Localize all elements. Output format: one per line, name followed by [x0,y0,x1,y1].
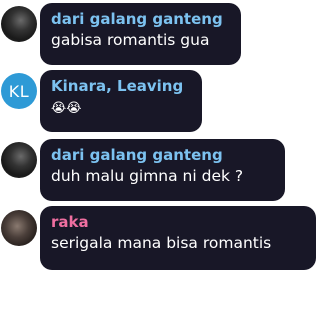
avatar[interactable] [1,142,37,178]
sender-name[interactable]: Kinara, Leaving [51,77,191,95]
message-bubble[interactable]: Kinara, Leaving 😭😭 [40,70,202,132]
message-text: serigala mana bisa romantis [51,234,272,252]
avatar[interactable] [1,210,37,246]
message-text: 😭😭 [51,96,191,118]
message-text: gabisa romantis gua [51,31,210,49]
message-bubble[interactable]: raka serigala mana bisa romantis [40,206,316,270]
crying-face-emoji: 😭😭 [51,101,82,116]
message-text: duh malu gimna ni dek ? [51,167,244,185]
message-bubble[interactable]: dari galang ganteng gabisa romantis gua [40,3,241,65]
sender-name[interactable]: dari galang ganteng [51,146,274,164]
sender-name[interactable]: raka [51,213,305,231]
avatar-initials: KL [8,81,30,101]
message-bubble[interactable]: dari galang ganteng duh malu gimna ni de… [40,139,285,201]
avatar[interactable] [1,6,37,42]
sender-name[interactable]: dari galang ganteng [51,10,230,28]
avatar[interactable]: KL [1,73,37,109]
